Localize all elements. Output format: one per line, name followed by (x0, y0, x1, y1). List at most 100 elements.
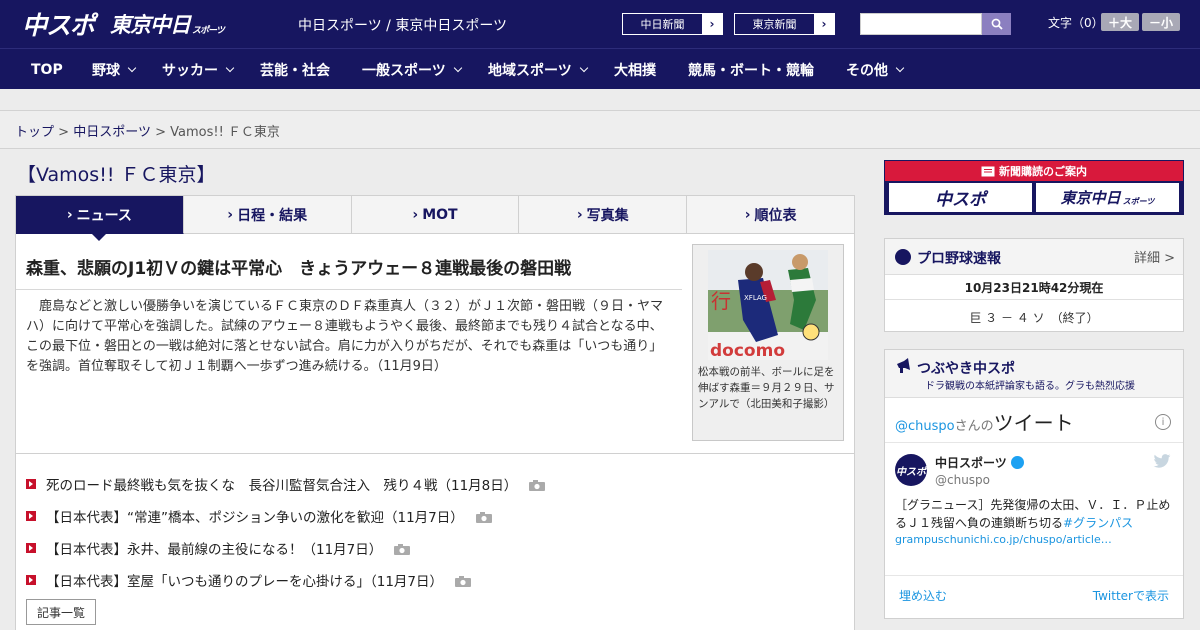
tab-standings[interactable]: › 順位表 (687, 196, 854, 234)
chevron-down-icon (225, 63, 235, 72)
nav-label: 競馬・ボート・競輪 (688, 62, 814, 79)
nav-item-racing[interactable]: 競馬・ボート・競輪 (688, 49, 814, 90)
article-photo-box: 行 XFLAG docomo 松本戦の前半、ボールに足を伸ばす森重＝９月２９日、… (692, 244, 844, 441)
tab-label: 写真集 (586, 207, 629, 224)
twitter-bird-icon[interactable] (1153, 454, 1171, 468)
chevron-down-icon (453, 63, 462, 72)
chevron-down-icon (895, 63, 905, 72)
breadcrumb-separator: > (155, 125, 166, 140)
chevron-right-icon: › (744, 206, 751, 223)
photo-banner-bottom: docomo (710, 341, 785, 360)
tweets-handle-link[interactable]: @chuspo (895, 419, 955, 434)
tweets-handle-suffix: さんの (954, 419, 994, 434)
nav-item-other[interactable]: その他 (846, 49, 905, 90)
baseball-update-time: 10月23日21時42分現在 (964, 281, 1104, 295)
font-smaller-button[interactable]: －小 (1142, 13, 1180, 31)
font-bigger-button[interactable]: ＋大 (1101, 13, 1139, 31)
breadcrumb: トップ > 中日スポーツ > Vamos!! ＦＣ東京 (15, 121, 280, 140)
font-size-label: 文字（0） (1048, 16, 1104, 30)
nav-label: その他 (846, 62, 888, 79)
article-title[interactable]: 森重、悲願のJ1初Ｖの鍵は平常心 きょうアウェー８連戦最後の磐田戦 (26, 254, 682, 279)
subscribe-tokyo-small: スポーツ (1122, 197, 1155, 206)
tab-mot[interactable]: › MOT (351, 196, 520, 234)
newspaper-icon (981, 166, 995, 176)
nav-item-baseball[interactable]: 野球 (92, 49, 137, 90)
ext-link-label: 東京新聞 (752, 18, 797, 31)
twitter-widget-card: つぶやき中スポ ドラ観戦の本紙評論家も語る。グラも熱烈応援 @chuspoさんの… (884, 349, 1184, 619)
nav-item-sumo[interactable]: 大相撲 (614, 49, 656, 90)
related-article-link[interactable]: 【日本代表】室屋「いつも通りのプレーを心掛ける」（11月7日） (46, 570, 443, 590)
chunichi-shimbun-link[interactable]: 中日新聞 › (622, 13, 723, 35)
account-name-text: 中日スポーツ (935, 456, 1007, 470)
baseball-detail-link[interactable]: 詳細 > (1134, 247, 1175, 266)
tweets-label: ツイート (993, 411, 1074, 435)
tab-news[interactable]: › ニュース (16, 196, 184, 241)
tab-label: 日程・結果 (237, 207, 308, 224)
bullet-arrow-icon (26, 511, 36, 521)
related-article-link[interactable]: 【日本代表】永井、最前線の主役になる！（11月7日） (46, 538, 382, 558)
baseball-game-score[interactable]: 巨 ３ － ４ ソ （終了） (885, 309, 1183, 326)
tokyo-chunichi-logo[interactable]: 東京中日 スポーツ (110, 6, 225, 42)
info-icon[interactable]: i (1155, 414, 1171, 430)
divider (885, 299, 1183, 300)
camera-icon (455, 575, 472, 587)
nav-item-entertainment[interactable]: 芸能・社会 (260, 49, 330, 90)
nav-item-local-sports[interactable]: 地域スポーツ (488, 49, 588, 90)
breadcrumb-section[interactable]: 中日スポーツ (73, 125, 151, 140)
twitter-widget-header: つぶやき中スポ ドラ観戦の本紙評論家も語る。グラも熱烈応援 (885, 350, 1183, 398)
view-on-twitter-link[interactable]: Twitterで表示 (1093, 587, 1169, 604)
breadcrumb-home[interactable]: トップ (15, 125, 54, 140)
subscription-heading-text: 新聞購読のご案内 (999, 165, 1087, 178)
search-icon (991, 18, 1003, 30)
divider (885, 442, 1183, 443)
chevron-right-icon: › (702, 14, 722, 34)
search-input[interactable] (860, 13, 982, 35)
nav-item-top[interactable]: TOP (31, 49, 63, 90)
tab-label: MOT (422, 206, 458, 223)
related-article-link[interactable]: 死のロード最終戦も気を抜くな 長谷川監督気合注入 残り４戦（11月8日） (46, 474, 517, 494)
photo-banner-top: 行 (711, 289, 731, 313)
list-item[interactable]: 【日本代表】“常連”橋本、ポジション争いの激化を歓迎（11月7日） (26, 500, 846, 532)
subscribe-chuspo-logo[interactable]: 中スポ (889, 183, 1032, 212)
chuspo-logo[interactable]: 中スポ (22, 6, 95, 42)
main-content: › ニュース › 日程・結果 › MOT › 写真集 › 順位表 森重、悲願のJ1初Ｖの鍵… (15, 195, 855, 630)
article-photo[interactable]: 行 XFLAG docomo (708, 250, 828, 360)
nav-item-general-sports[interactable]: 一般スポーツ (362, 49, 462, 90)
embed-link[interactable]: 埋め込む (899, 587, 947, 604)
nav-item-soccer[interactable]: サッカー (162, 49, 235, 90)
lead-article: 森重、悲願のJ1初Ｖの鍵は平常心 きょうアウェー８連戦最後の磐田戦 鹿島などと激… (16, 234, 854, 454)
list-item[interactable]: 【日本代表】室屋「いつも通りのプレーを心掛ける」（11月7日） (26, 564, 846, 596)
list-item[interactable]: 【日本代表】永井、最前線の主役になる！（11月7日） (26, 532, 846, 564)
chevron-right-icon: › (814, 14, 834, 34)
subscribe-tokyo-logo[interactable]: 東京中日 スポーツ (1036, 183, 1179, 212)
megaphone-icon (897, 358, 910, 373)
chevron-right-icon: › (576, 206, 583, 223)
tab-photos[interactable]: › 写真集 (519, 196, 688, 234)
tab-schedule[interactable]: › 日程・結果 (183, 196, 352, 234)
search-button[interactable] (982, 13, 1011, 35)
site-title[interactable]: 中日スポーツ / 東京中日スポーツ (298, 15, 507, 35)
article-list-button[interactable]: 記事一覧 (26, 599, 96, 625)
subscription-banner[interactable]: 新聞購読のご案内 中スポ 東京中日 スポーツ (884, 160, 1184, 215)
photo-jersey-text: XFLAG (744, 294, 767, 302)
tokyo-logo-small: スポーツ (192, 26, 225, 36)
related-article-link[interactable]: 【日本代表】“常連”橋本、ポジション争いの激化を歓迎（11月7日） (46, 506, 464, 526)
tweet-link[interactable]: grampuschunichi.co.jp/chuspo/article… (895, 533, 1112, 546)
nav-label: サッカー (162, 62, 218, 79)
twitter-widget-subtitle: ドラ観戦の本紙評論家も語る。グラも熱烈応援 (925, 381, 1135, 392)
page-title: 【Vamos!! ＦＣ東京】 (17, 164, 216, 186)
chevron-right-icon: › (66, 206, 73, 223)
tokyo-shimbun-link[interactable]: 東京新聞 › (734, 13, 835, 35)
divider (885, 575, 1183, 576)
breadcrumb-current: Vamos!! ＦＣ東京 (170, 125, 280, 140)
nav-label: 芸能・社会 (260, 62, 330, 79)
baseball-icon (895, 249, 911, 265)
baseball-card-title: プロ野球速報 (917, 251, 1001, 267)
tweet-hashtag[interactable]: #グランパス (1063, 516, 1133, 530)
avatar[interactable]: 中スポ (895, 454, 927, 486)
chevron-down-icon (579, 63, 588, 72)
tab-bar: › ニュース › 日程・結果 › MOT › 写真集 › 順位表 (16, 196, 854, 241)
tweet-account-handle[interactable]: @chuspo (935, 473, 990, 487)
list-item[interactable]: 死のロード最終戦も気を抜くな 長谷川監督気合注入 残り４戦（11月8日） (26, 468, 846, 500)
tweet-account-name[interactable]: 中日スポーツ (935, 454, 1024, 471)
